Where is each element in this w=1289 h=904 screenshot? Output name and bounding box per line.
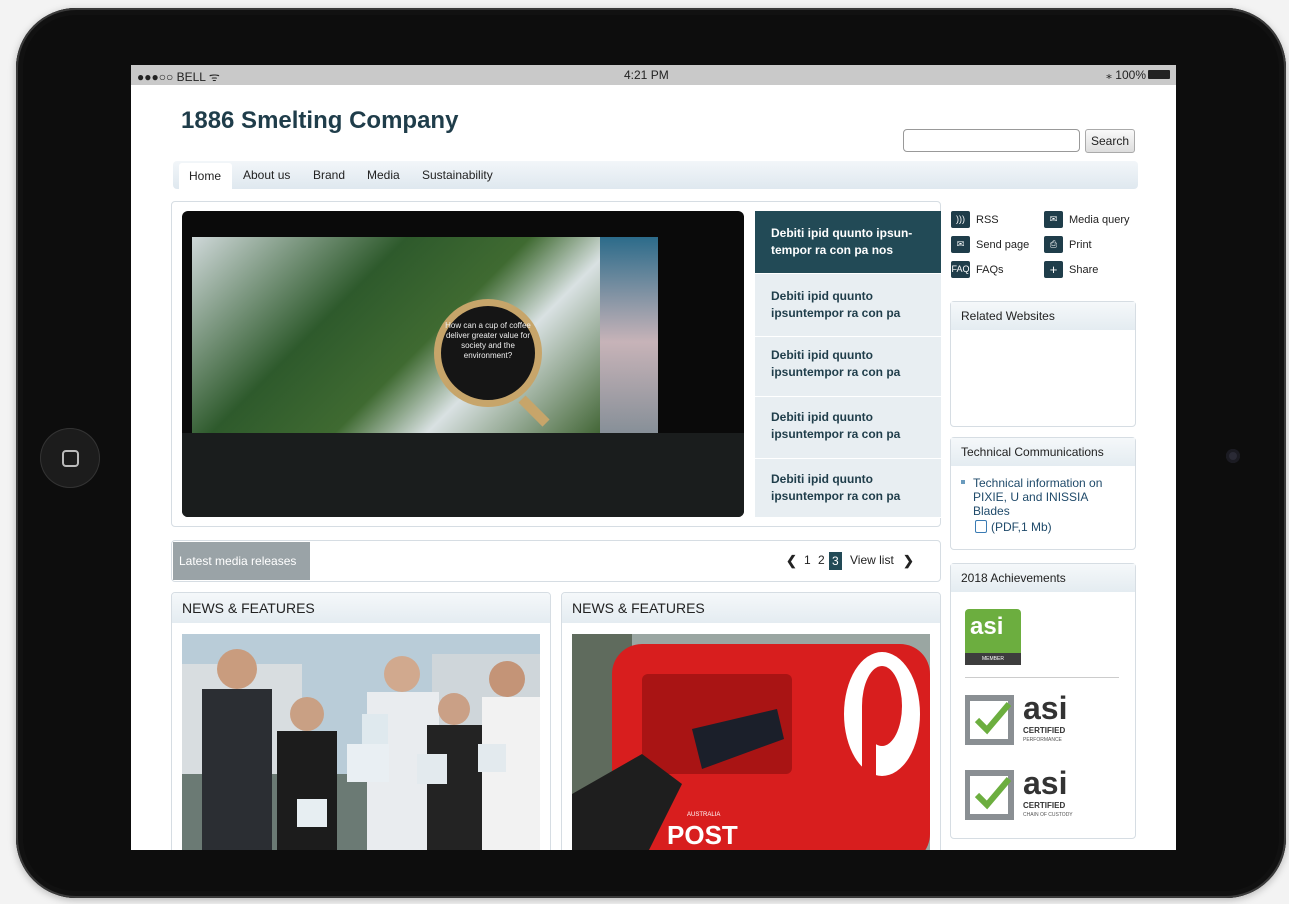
pdf-icon [975,520,987,533]
nav-item-media[interactable]: Media [367,168,400,182]
home-button-icon [62,450,79,467]
media-query-link[interactable]: Media query [1069,214,1130,226]
main-nav: Home About us Brand Media Sustainability [173,161,1138,191]
pager-page-2[interactable]: 2 [818,553,825,567]
technical-communications-box: Technical Communications Technical infor… [950,437,1136,550]
bullet-icon [961,480,965,484]
view-list-link[interactable]: View list [850,553,894,567]
post-box-photo[interactable]: POST AUSTRALIA [572,634,930,850]
hero-tile[interactable]: Debiti ipid quunto ipsuntempor ra con pa [755,337,941,397]
badge-divider [965,677,1119,678]
share-link[interactable]: Share [1069,264,1098,276]
screen: ●●●○○ BELL ᯤ 4:21 PM ⁎ 100% 1886 Smeltin… [131,65,1176,850]
asi-member-badge[interactable]: asi MEMBER [965,609,1021,665]
asi-logo-text: asi [1023,690,1068,726]
post-box-sign-small: AUSTRALIA [687,812,720,818]
award-team-photo[interactable] [182,634,540,850]
hero-image[interactable]: How can a cup of coffee deliver greater … [182,211,744,517]
carrier-signal: ●●●○○ BELL ᯤ [137,70,220,84]
camera [1226,449,1240,463]
hero-tile[interactable]: Debiti ipid quunto ipsuntempor ra con pa [755,397,941,459]
status-time: 4:21 PM [624,68,669,82]
send-page-icon[interactable]: ✉ [951,236,970,253]
pager-page-1[interactable]: 1 [804,553,811,567]
hero-tile[interactable]: Debiti ipid quunto ipsuntempor ra con pa [755,459,941,518]
home-button[interactable] [40,428,100,488]
asi-performance-badge[interactable]: asi CERTIFIED PERFORMANCE [964,690,1095,748]
nav-item-brand[interactable]: Brand [313,168,345,182]
site-title[interactable]: 1886 Smelting Company [181,107,458,135]
battery-percent: ⁎ 100% [1105,68,1146,82]
battery-icon [1148,70,1170,79]
faqs-link[interactable]: FAQs [976,264,1004,276]
related-websites-box: Related Websites [950,301,1136,427]
faq-icon[interactable]: FAQ [951,261,970,278]
nav-item-home[interactable]: Home [179,163,232,191]
technical-info-link[interactable]: Technical information on PIXIE, U and IN… [973,476,1123,518]
hero-side-panel [600,237,658,447]
news-card: NEWS & FEATURES POST AUSTRALIA [561,592,941,850]
asi-certified-label: CERTIFIED [1023,801,1066,810]
pdf-size[interactable]: (PDF,1 Mb) [991,520,1052,534]
news-heading[interactable]: NEWS & FEATURES [562,593,940,623]
share-icon[interactable]: + [1044,261,1063,278]
hero-lens-text: How can a cup of coffee deliver greater … [445,321,531,360]
mail-icon[interactable]: ✉ [1044,211,1063,228]
latest-media-releases-label: Latest media releases [173,542,310,580]
nav-item-sustainability[interactable]: Sustainability [422,168,493,182]
media-releases-bar: Latest media releases ❮ 1 2 3 View list … [171,540,941,582]
send-page-link[interactable]: Send page [976,239,1029,251]
post-box-sign: POST [667,820,738,850]
asi-chain-label: CHAIN OF CUSTODY [1023,812,1073,818]
hero-carousel: How can a cup of coffee deliver greater … [171,201,941,527]
news-card: NEWS & FEATURES [171,592,551,850]
status-bar: ●●●○○ BELL ᯤ 4:21 PM ⁎ 100% [131,65,1176,85]
print-icon[interactable]: ⎙ [1044,236,1063,253]
technical-communications-title: Technical Communications [951,438,1135,466]
print-link[interactable]: Print [1069,239,1092,251]
nav-item-about-us[interactable]: About us [243,168,290,182]
related-websites-title: Related Websites [951,302,1135,330]
asi-chain-badge[interactable]: asi CERTIFIED CHAIN OF CUSTODY [964,765,1095,823]
news-heading[interactable]: NEWS & FEATURES [172,593,550,623]
pager-page-3[interactable]: 3 [829,552,842,570]
search-input[interactable] [903,129,1080,152]
rss-link[interactable]: RSS [976,214,999,226]
asi-performance-label: PERFORMANCE [1023,737,1062,743]
rss-icon[interactable]: ))) [951,211,970,228]
pager-next-icon[interactable]: ❯ [903,553,914,569]
asi-member-logo: asi [970,613,1004,640]
nav-home-label: Home [189,169,222,183]
asi-logo-text: asi [1023,765,1068,801]
asi-certified-label: CERTIFIED [1023,726,1066,735]
search-button[interactable]: Search [1085,129,1135,153]
pager-prev-icon[interactable]: ❮ [786,553,797,569]
achievements-title: 2018 Achievements [951,564,1135,592]
hero-tile[interactable]: Debiti ipid quunto ipsun-tempor ra con p… [755,211,941,274]
hero-tile[interactable]: Debiti ipid quunto ipsuntempor ra con pa [755,274,941,337]
hero-image-footer [182,433,744,517]
asi-member-label: MEMBER [965,653,1021,665]
achievements-box: 2018 Achievements asi MEMBER asi CERTIFI… [950,563,1136,839]
